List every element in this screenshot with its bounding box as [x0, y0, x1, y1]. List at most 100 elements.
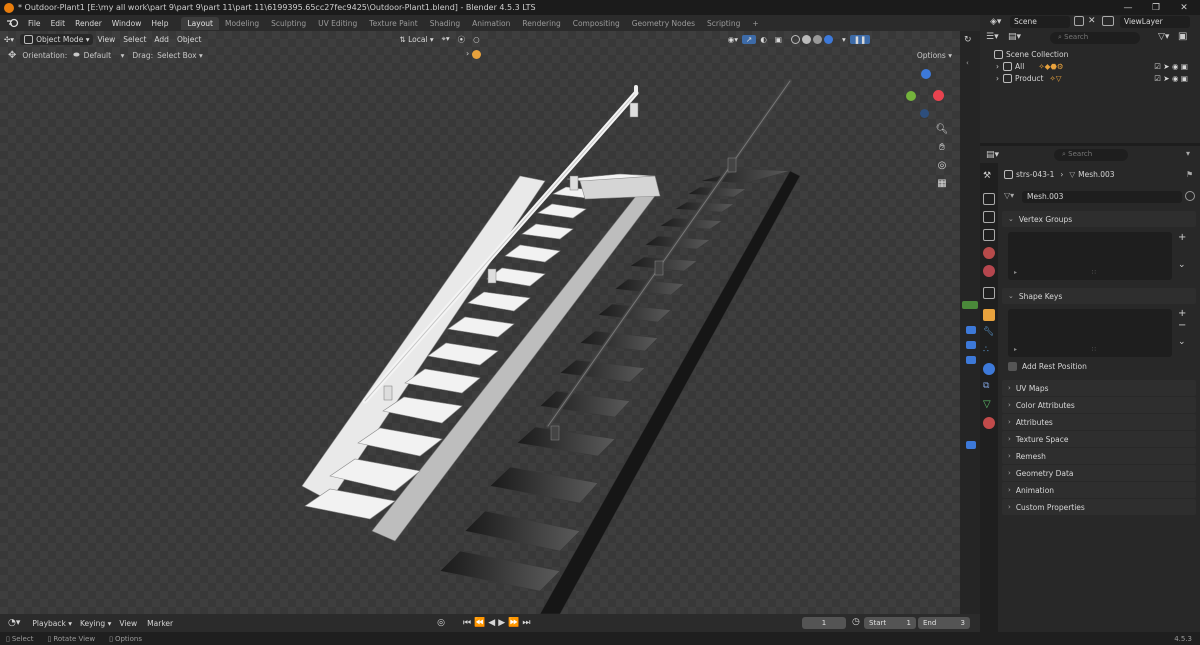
- render-tab-icon[interactable]: [983, 193, 995, 205]
- custom-properties-panel-header[interactable]: › Custom Properties: [1002, 499, 1196, 515]
- remesh-panel-header[interactable]: › Remesh: [1002, 448, 1196, 464]
- x-axis-gizmo[interactable]: [933, 90, 944, 101]
- visibility-icon[interactable]: ◉▾: [724, 35, 742, 44]
- tab-compositing[interactable]: Compositing: [567, 17, 626, 30]
- object-mode-dropdown[interactable]: Object Mode ▾: [20, 33, 94, 45]
- tab-scripting[interactable]: Scripting: [701, 17, 746, 30]
- list-expand-icon[interactable]: ▸: [1014, 269, 1017, 276]
- collection-row-all[interactable]: › All ✧◆⬣⚙ ☑ ➤ ◉ ▣: [996, 62, 1196, 71]
- add-shape-key-button[interactable]: +: [1178, 308, 1186, 319]
- tab-geometry-nodes[interactable]: Geometry Nodes: [626, 17, 701, 30]
- outliner-editor-icon[interactable]: ☰▾: [986, 32, 999, 42]
- tab-modeling[interactable]: Modeling: [219, 17, 265, 30]
- 3d-viewport[interactable]: 🔍︎ ✋︎ ◎ ▦: [0, 31, 960, 614]
- list-expand-icon[interactable]: ▸: [1014, 346, 1017, 353]
- rendered-shading-icon[interactable]: [823, 34, 833, 44]
- expand-chevron-icon[interactable]: ›: [996, 62, 999, 71]
- tab-layout[interactable]: Layout: [181, 16, 219, 30]
- shape-key-menu-icon[interactable]: ⌄: [1178, 337, 1186, 347]
- drag-dropdown[interactable]: Select Box ▾: [157, 51, 203, 60]
- object-tab-icon[interactable]: [983, 309, 995, 321]
- scene-tab-icon[interactable]: [983, 247, 995, 259]
- shape-keys-list[interactable]: ▸ ∷: [1008, 309, 1172, 357]
- menu-timeline-view[interactable]: View: [119, 619, 137, 628]
- properties-search[interactable]: ⌕ Search: [1054, 149, 1128, 161]
- overlay-icon[interactable]: ◐: [756, 35, 771, 44]
- menu-help[interactable]: Help: [146, 19, 173, 28]
- add-rest-position-row[interactable]: Add Rest Position: [1008, 362, 1087, 371]
- vertex-groups-panel-header[interactable]: ⌄ Vertex Groups: [1002, 211, 1196, 227]
- vertex-groups-list[interactable]: ▸ ∷: [1008, 232, 1172, 280]
- menu-view[interactable]: View: [93, 35, 119, 44]
- y-axis-gizmo[interactable]: [906, 91, 916, 101]
- menu-window[interactable]: Window: [107, 19, 147, 28]
- scene-selector[interactable]: Scene: [1010, 16, 1070, 28]
- current-frame-field[interactable]: 1: [802, 617, 846, 629]
- data-tab-icon[interactable]: ▽: [983, 399, 995, 411]
- tab-animation[interactable]: Animation: [466, 17, 516, 30]
- cycle-icon[interactable]: ↻: [964, 35, 972, 45]
- close-button[interactable]: ✕: [1170, 0, 1198, 15]
- menu-file[interactable]: File: [23, 19, 46, 28]
- view-layer-selector[interactable]: ViewLayer: [1120, 16, 1190, 28]
- remove-shape-key-button[interactable]: −: [1178, 320, 1186, 331]
- move-tool-icon[interactable]: ✥: [8, 50, 16, 61]
- filter-icon[interactable]: ▽▾: [1158, 32, 1169, 42]
- pause-icon[interactable]: ❚❚: [849, 34, 871, 44]
- pivot-icon[interactable]: ⌖▾: [438, 34, 454, 44]
- pan-hand-icon[interactable]: ✋︎: [935, 141, 949, 155]
- timeline-editor-icon[interactable]: ◔▾: [8, 618, 20, 628]
- shading-options-icon[interactable]: ▾: [838, 35, 850, 44]
- menu-render[interactable]: Render: [70, 19, 107, 28]
- world-tab-icon[interactable]: [983, 265, 995, 277]
- mesh-datablock-icon[interactable]: ▽▾: [1004, 191, 1014, 200]
- menu-add[interactable]: Add: [150, 35, 173, 44]
- menu-marker[interactable]: Marker: [147, 619, 173, 628]
- xray-icon[interactable]: ▣: [771, 35, 786, 44]
- wireframe-shading-icon[interactable]: [790, 34, 800, 44]
- physics-tab-icon[interactable]: [983, 363, 995, 375]
- solid-shading-icon[interactable]: [801, 34, 811, 44]
- material-tab-icon[interactable]: [983, 417, 995, 429]
- properties-editor-icon[interactable]: ▤▾: [986, 150, 999, 160]
- add-rest-position-checkbox[interactable]: [1008, 362, 1017, 371]
- geometry-data-panel-header[interactable]: › Geometry Data: [1002, 465, 1196, 481]
- end-frame-field[interactable]: End 3: [918, 617, 970, 629]
- camera-icon[interactable]: ◎: [935, 159, 949, 173]
- tab-shading[interactable]: Shading: [424, 17, 466, 30]
- clock-icon[interactable]: ◷: [852, 617, 860, 627]
- add-workspace-button[interactable]: +: [746, 17, 764, 30]
- proportional-edit-icon[interactable]: ○: [469, 35, 484, 44]
- editor-type-icon[interactable]: ✣▾: [0, 35, 18, 44]
- vertex-group-menu-icon[interactable]: ⌄: [1178, 260, 1186, 270]
- tab-rendering[interactable]: Rendering: [516, 17, 566, 30]
- tab-texture-paint[interactable]: Texture Paint: [363, 17, 423, 30]
- grid-view-icon[interactable]: ▦: [935, 177, 949, 191]
- fake-user-icon[interactable]: [1185, 191, 1195, 201]
- animation-panel-header[interactable]: › Animation: [1002, 482, 1196, 498]
- start-frame-field[interactable]: Start 1: [864, 617, 916, 629]
- view-layer-tab-icon[interactable]: [983, 229, 995, 241]
- modifier-tab-icon[interactable]: 🔧︎: [983, 327, 995, 339]
- output-tab-icon[interactable]: [983, 211, 995, 223]
- collection-row-product[interactable]: › Product ✧▽ ☑ ➤ ◉ ▣: [996, 74, 1196, 83]
- collapse-arrow-icon[interactable]: ›: [466, 49, 469, 58]
- mesh-datablock-field[interactable]: Mesh.003: [1022, 191, 1182, 203]
- restriction-icons[interactable]: ☑ ➤ ◉ ▣: [1154, 74, 1188, 83]
- particles-tab-icon[interactable]: ∴: [983, 345, 995, 357]
- texture-space-panel-header[interactable]: › Texture Space: [1002, 431, 1196, 447]
- scene-collection-row[interactable]: Scene Collection: [994, 50, 1068, 59]
- list-resize-handle[interactable]: ∷: [1092, 346, 1096, 353]
- constraints-tab-icon[interactable]: ⧉: [983, 381, 995, 393]
- snap-icon[interactable]: ⦿: [454, 34, 470, 45]
- new-collection-icon[interactable]: ▣: [1178, 31, 1187, 42]
- collapse-left-icon[interactable]: ‹: [966, 59, 969, 67]
- zoom-icon[interactable]: 🔍︎: [935, 123, 949, 137]
- z-axis-gizmo[interactable]: [921, 69, 931, 79]
- gizmo-toggle-icon[interactable]: ↗: [742, 34, 757, 44]
- minimize-button[interactable]: —: [1114, 0, 1142, 15]
- restriction-icons[interactable]: ☑ ➤ ◉ ▣: [1154, 62, 1188, 71]
- color-attributes-panel-header[interactable]: › Color Attributes: [1002, 397, 1196, 413]
- remove-scene-icon[interactable]: ✕: [1088, 16, 1096, 26]
- options-dropdown[interactable]: Options ▾: [917, 51, 952, 60]
